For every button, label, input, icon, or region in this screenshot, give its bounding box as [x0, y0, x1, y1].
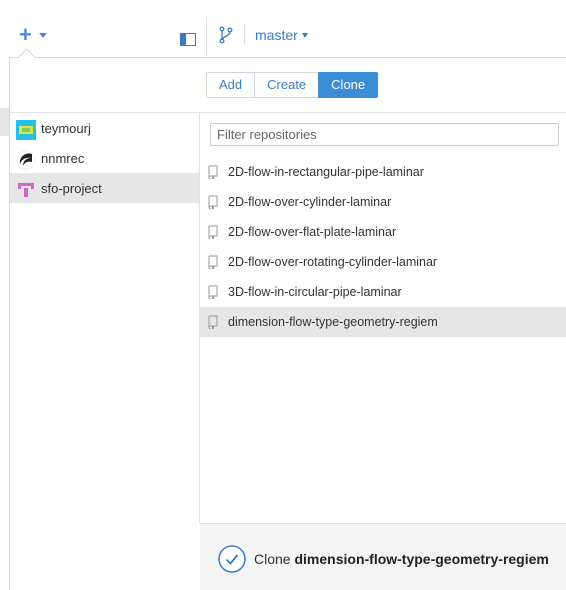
branch-divider — [244, 24, 245, 44]
tab-add[interactable]: Add — [206, 72, 256, 98]
avatar — [16, 120, 36, 140]
avatar — [16, 180, 36, 200]
toolbar: + master — [0, 0, 566, 58]
repository-name: 2D-flow-in-rectangular-pipe-laminar — [228, 165, 424, 179]
repo-icon — [208, 195, 218, 209]
account-name: nnmrec — [41, 151, 85, 166]
repository-item[interactable]: 2D-flow-over-rotating-cylinder-laminar — [200, 247, 566, 277]
clone-button[interactable]: Clone dimension-flow-type-geometry-regie… — [218, 545, 549, 573]
account-item-teymourj[interactable]: teymourj — [10, 113, 199, 143]
repository-item[interactable]: 2D-flow-in-rectangular-pipe-laminar — [200, 157, 566, 187]
add-repository-button[interactable]: + — [16, 24, 48, 52]
branch-name: master — [255, 27, 298, 43]
account-name: teymourj — [41, 121, 91, 136]
panel-toggle-icon[interactable] — [180, 33, 196, 46]
check-circle-icon — [218, 545, 246, 573]
repository-item[interactable]: 2D-flow-over-flat-plate-laminar — [200, 217, 566, 247]
account-item-nnmrec[interactable]: nnmrec — [10, 143, 199, 173]
repository-name: 2D-flow-over-cylinder-laminar — [228, 195, 392, 209]
popover-tabs: Add Create Clone — [206, 72, 379, 98]
repository-item[interactable]: 3D-flow-in-circular-pipe-laminar — [200, 277, 566, 307]
clone-label: Clone dimension-flow-type-geometry-regie… — [254, 551, 549, 567]
background-selection-stub — [0, 108, 9, 136]
repository-item-selected[interactable]: dimension-flow-type-geometry-regiem — [200, 307, 566, 337]
repository-name: 2D-flow-over-flat-plate-laminar — [228, 225, 397, 239]
plus-icon: + — [19, 22, 32, 47]
clone-action-label: Clone — [254, 551, 291, 567]
repository-name: 3D-flow-in-circular-pipe-laminar — [228, 285, 402, 299]
filter-repositories-input[interactable] — [210, 123, 559, 146]
account-item-sfo-project[interactable]: sfo-project — [10, 173, 199, 203]
repo-icon — [208, 255, 218, 269]
tab-clone[interactable]: Clone — [318, 72, 379, 98]
chevron-down-icon — [39, 33, 47, 38]
avatar — [16, 150, 36, 170]
tab-create[interactable]: Create — [254, 72, 320, 98]
repository-list: 2D-flow-in-rectangular-pipe-laminar 2D-f… — [200, 157, 566, 337]
repo-icon — [208, 285, 218, 299]
branch-icon — [219, 26, 233, 44]
repo-icon — [208, 225, 218, 239]
repo-icon — [208, 315, 218, 329]
account-list: teymourj nnmrec sfo-project — [10, 113, 199, 590]
account-name: sfo-project — [41, 181, 102, 196]
repository-name: dimension-flow-type-geometry-regiem — [228, 315, 438, 329]
clone-footer: Clone dimension-flow-type-geometry-regie… — [200, 523, 566, 590]
clone-repo-name: dimension-flow-type-geometry-regiem — [294, 551, 549, 567]
branch-caret-icon — [301, 33, 308, 38]
repo-icon — [208, 165, 218, 179]
repository-name: 2D-flow-over-rotating-cylinder-laminar — [228, 255, 438, 269]
branch-selector[interactable]: master — [255, 27, 308, 43]
repository-item[interactable]: 2D-flow-over-cylinder-laminar — [200, 187, 566, 217]
toolbar-divider — [206, 18, 207, 56]
